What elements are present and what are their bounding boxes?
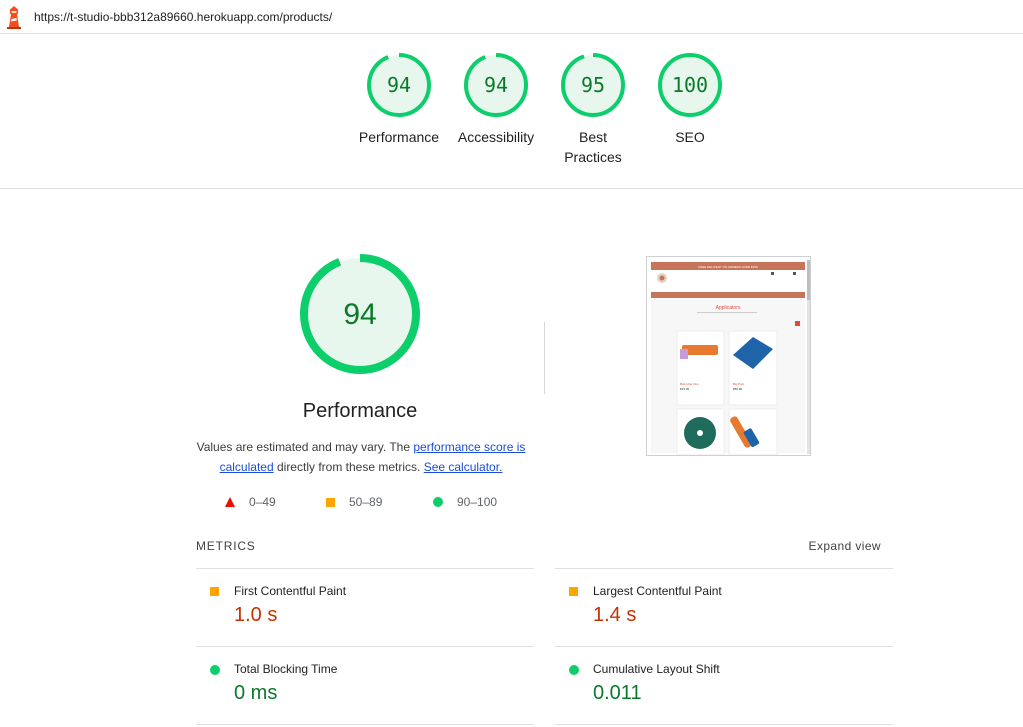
performance-description: Values are estimated and may vary. The p… [196, 437, 526, 477]
description-text: Values are estimated and may vary. The [196, 440, 414, 454]
gauge-seo-score: 100 [672, 73, 708, 97]
gauge-best-practices-ring: 95 [561, 53, 625, 117]
square-icon [210, 587, 219, 596]
gauge-accessibility-score: 94 [484, 73, 508, 97]
category-gauges: 94 Performance 94 Accessibility 95 Best … [0, 34, 1023, 189]
metric-cumulative-layout-shift[interactable]: Cumulative Layout Shift 0.011 [555, 646, 893, 725]
metric-total-blocking-time[interactable]: Total Blocking Time 0 ms [196, 646, 534, 725]
metric-largest-contentful-paint[interactable]: Largest Contentful Paint 1.4 s [555, 568, 893, 646]
thumbnail-product-2-price: €80.00 [733, 387, 743, 391]
gauge-best-practices-label: Best Practices [564, 129, 622, 165]
legend-average: 50–89 [326, 494, 382, 510]
thumbnail-heading: Applicators [716, 305, 741, 311]
gauge-accessibility[interactable]: 94 Accessibility [446, 52, 546, 147]
metric-value: 1.0 s [234, 604, 278, 626]
metric-name: Cumulative Layout Shift [593, 662, 720, 676]
see-calculator-link[interactable]: See calculator. [424, 460, 503, 474]
gauge-performance-ring: 94 [367, 53, 431, 117]
legend-average-range: 50–89 [349, 495, 383, 509]
metric-value: 1.4 s [593, 604, 637, 626]
gauge-best-practices-score: 95 [581, 73, 605, 97]
legend-fail-range: 0–49 [249, 495, 276, 509]
thumbnail-product-2-name: Big Pad [733, 382, 744, 386]
triangle-icon [225, 497, 235, 507]
circle-icon [210, 665, 220, 675]
gauge-accessibility-label: Accessibility [457, 129, 535, 145]
section-divider [544, 322, 545, 394]
gauge-best-practices[interactable]: 95 Best Practices [543, 52, 643, 167]
gauge-seo-ring: 100 [658, 53, 722, 117]
gauge-performance-score: 94 [387, 73, 411, 97]
gauge-accessibility-ring: 94 [464, 53, 528, 117]
circle-icon [433, 497, 443, 507]
thumbnail-product-1-price: €25.00 [680, 387, 690, 391]
gauge-seo-label: SEO [675, 129, 705, 145]
performance-title: Performance [302, 400, 418, 422]
url-bar: https://t-studio-bbb312a89660.herokuapp.… [0, 0, 1023, 34]
lighthouse-logo-icon [7, 6, 21, 29]
legend-pass: 90–100 [433, 494, 497, 510]
metric-name: Largest Contentful Paint [593, 584, 722, 598]
gauge-performance[interactable]: 94 Performance [349, 52, 449, 147]
final-screenshot-image: FREE DELIVERY ON ORDERS OVER €150 Applic… [647, 257, 810, 455]
page-url[interactable]: https://t-studio-bbb312a89660.herokuapp.… [34, 10, 332, 24]
square-icon [569, 587, 578, 596]
performance-score: 94 [343, 298, 376, 331]
legend-pass-range: 90–100 [457, 495, 498, 509]
expand-view-toggle[interactable]: Expand view [809, 539, 881, 553]
thumbnail-banner-text: FREE DELIVERY ON ORDERS OVER €150 [698, 265, 758, 269]
metric-name: Total Blocking Time [234, 662, 338, 676]
metric-first-contentful-paint[interactable]: First Contentful Paint 1.0 s [196, 568, 534, 646]
circle-icon [569, 665, 579, 675]
metrics-header: METRICS Expand view [196, 539, 893, 557]
description-text-2: directly from these metrics. [273, 460, 424, 474]
performance-gauge: 94 [300, 254, 420, 374]
square-icon [326, 497, 335, 507]
gauge-performance-label: Performance [358, 129, 440, 145]
legend-fail: 0–49 [225, 494, 276, 510]
metric-divider [555, 724, 893, 725]
metric-name: First Contentful Paint [234, 584, 347, 598]
thumbnail-product-1-name: Bolt Little One [680, 382, 699, 386]
gauge-seo[interactable]: 100 SEO [640, 52, 740, 147]
metric-value: 0.011 [593, 682, 642, 704]
metric-value: 0 ms [234, 682, 278, 704]
metrics-title: METRICS [196, 539, 256, 553]
metric-divider [196, 724, 534, 725]
final-screenshot[interactable]: FREE DELIVERY ON ORDERS OVER €150 Applic… [646, 256, 811, 456]
